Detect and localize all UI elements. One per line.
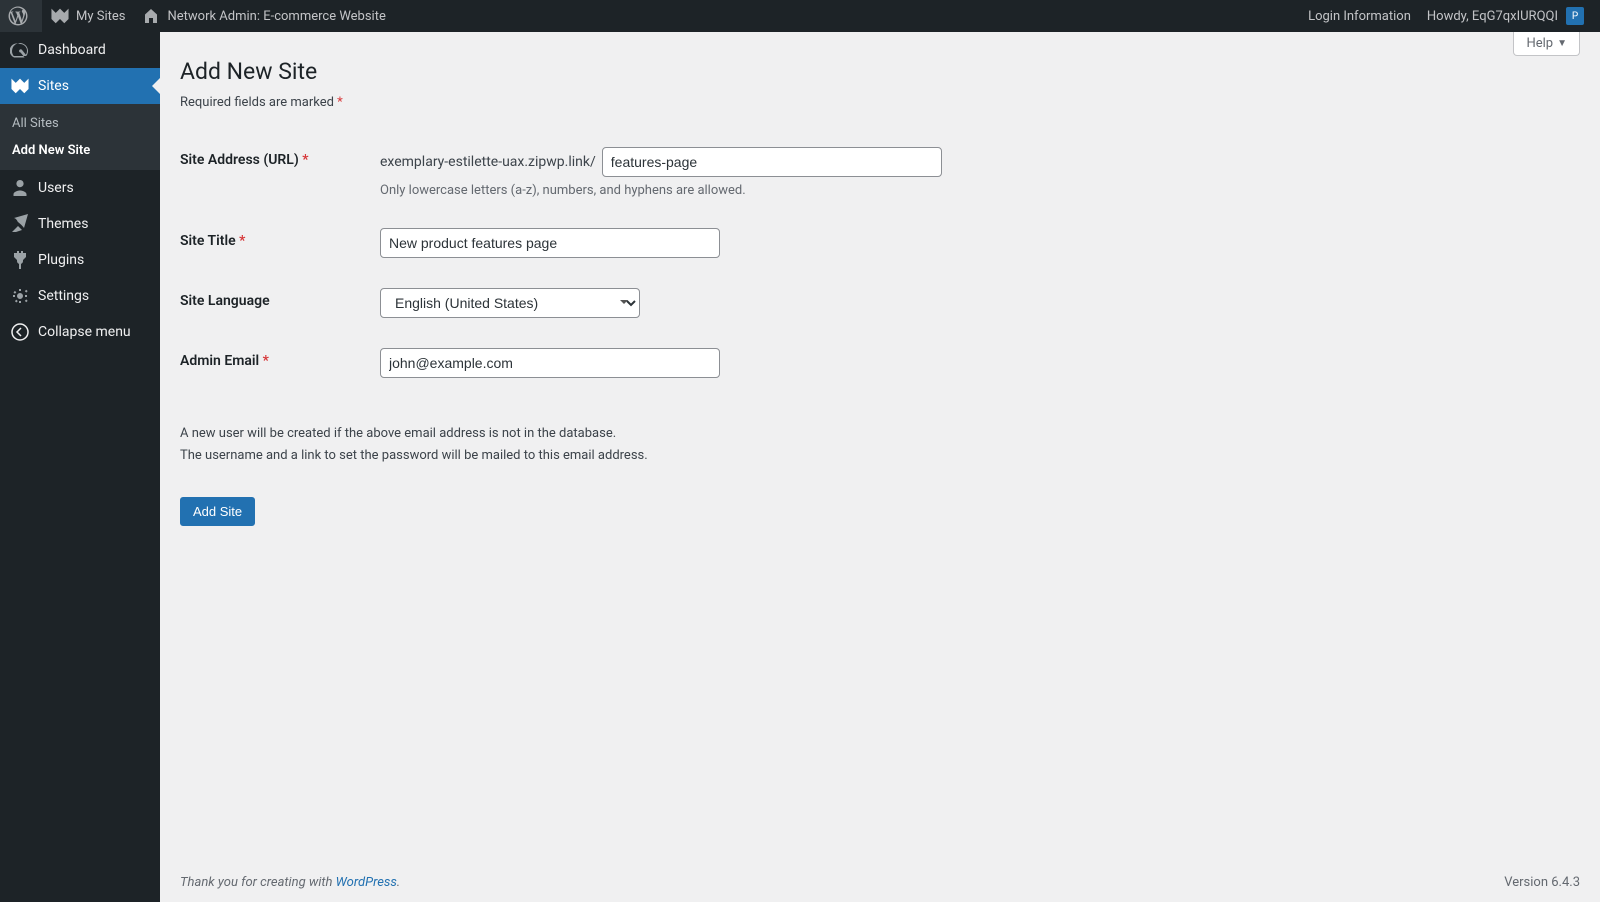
home-icon xyxy=(141,6,161,26)
page-title: Add New Site xyxy=(180,58,1580,85)
my-sites-link[interactable]: My Sites xyxy=(42,0,133,32)
my-account[interactable]: Howdy, EqG7qxIURQQI P xyxy=(1419,0,1592,32)
add-site-button[interactable]: Add Site xyxy=(180,497,255,526)
required-asterisk: * xyxy=(263,353,269,369)
required-note-text: Required fields are marked xyxy=(180,95,337,110)
users-icon xyxy=(10,178,30,198)
sidebar-item-label: Themes xyxy=(38,216,88,232)
add-site-form: Site Address (URL) * exemplary-estilette… xyxy=(180,132,1580,393)
footer-thanks-prefix: Thank you for creating with xyxy=(180,875,336,890)
admin-toolbar: My Sites Network Admin: E-commerce Websi… xyxy=(0,0,1600,32)
admin-email-input[interactable] xyxy=(380,348,720,378)
required-asterisk: * xyxy=(302,152,308,168)
sidebar-subitem-all-sites[interactable]: All Sites xyxy=(0,110,160,137)
site-title-label: Site Title * xyxy=(180,213,380,273)
sidebar-item-themes[interactable]: Themes xyxy=(0,206,160,242)
site-address-hint: Only lowercase letters (a-z), numbers, a… xyxy=(380,183,1570,198)
collapse-icon xyxy=(10,322,30,342)
settings-icon xyxy=(10,286,30,306)
network-admin-label: Network Admin: E-commerce Website xyxy=(167,9,385,24)
site-language-label: Site Language xyxy=(180,273,380,333)
sidebar-item-plugins[interactable]: Plugins xyxy=(0,242,160,278)
plugins-icon xyxy=(10,250,30,270)
themes-icon xyxy=(10,214,30,234)
required-asterisk: * xyxy=(337,95,343,110)
sidebar-item-dashboard[interactable]: Dashboard xyxy=(0,32,160,68)
sites-icon xyxy=(10,76,30,96)
site-language-select[interactable]: English (United States) xyxy=(380,288,640,318)
avatar: P xyxy=(1566,7,1584,25)
wordpress-icon xyxy=(8,6,28,26)
label-text: Site Title xyxy=(180,233,239,249)
chevron-down-icon: ▼ xyxy=(1557,38,1567,49)
notice-line-2: The username and a link to set the passw… xyxy=(180,448,648,463)
network-admin-link[interactable]: Network Admin: E-commerce Website xyxy=(133,0,393,32)
sidebar-subitem-add-new-site[interactable]: Add New Site xyxy=(0,137,160,164)
label-text: Admin Email xyxy=(180,353,263,369)
footer-wordpress-link[interactable]: WordPress xyxy=(336,875,397,890)
sidebar-item-label: Sites xyxy=(38,78,69,94)
sidebar-submenu-sites: All Sites Add New Site xyxy=(0,104,160,170)
sidebar-item-users[interactable]: Users xyxy=(0,170,160,206)
label-text: Site Address (URL) xyxy=(180,152,302,168)
help-toggle[interactable]: Help ▼ xyxy=(1513,32,1580,56)
login-information-label: Login Information xyxy=(1308,9,1411,24)
footer: Thank you for creating with WordPress. V… xyxy=(160,863,1600,902)
footer-thanks-suffix: . xyxy=(397,875,400,890)
notice-line-1: A new user will be created if the above … xyxy=(180,426,616,441)
sites-icon xyxy=(50,6,70,26)
admin-sidebar: Dashboard Sites All Sites Add New Site U… xyxy=(0,32,160,902)
sidebar-item-label: Users xyxy=(38,180,74,196)
my-sites-label: My Sites xyxy=(76,9,125,24)
site-address-input[interactable] xyxy=(602,147,942,177)
site-title-input[interactable] xyxy=(380,228,720,258)
collapse-menu[interactable]: Collapse menu xyxy=(0,314,160,350)
login-information-link[interactable]: Login Information xyxy=(1300,0,1419,32)
howdy-text: Howdy, EqG7qxIURQQI xyxy=(1427,9,1558,24)
sidebar-item-label: Plugins xyxy=(38,252,84,268)
dashboard-icon xyxy=(10,40,30,60)
wp-logo[interactable] xyxy=(0,0,42,32)
site-address-label: Site Address (URL) * xyxy=(180,132,380,213)
collapse-label: Collapse menu xyxy=(38,324,131,340)
sidebar-item-label: Dashboard xyxy=(38,42,106,58)
new-user-notice: A new user will be created if the above … xyxy=(180,423,1580,467)
help-label: Help xyxy=(1526,36,1553,51)
sidebar-item-sites[interactable]: Sites xyxy=(0,68,160,104)
footer-version: Version 6.4.3 xyxy=(1504,875,1580,890)
sidebar-item-label: Settings xyxy=(38,288,89,304)
sidebar-item-settings[interactable]: Settings xyxy=(0,278,160,314)
site-address-prefix: exemplary-estilette-uax.zipwp.link/ xyxy=(380,154,596,170)
required-note: Required fields are marked * xyxy=(180,95,1580,110)
required-asterisk: * xyxy=(239,233,245,249)
admin-email-label: Admin Email * xyxy=(180,333,380,393)
